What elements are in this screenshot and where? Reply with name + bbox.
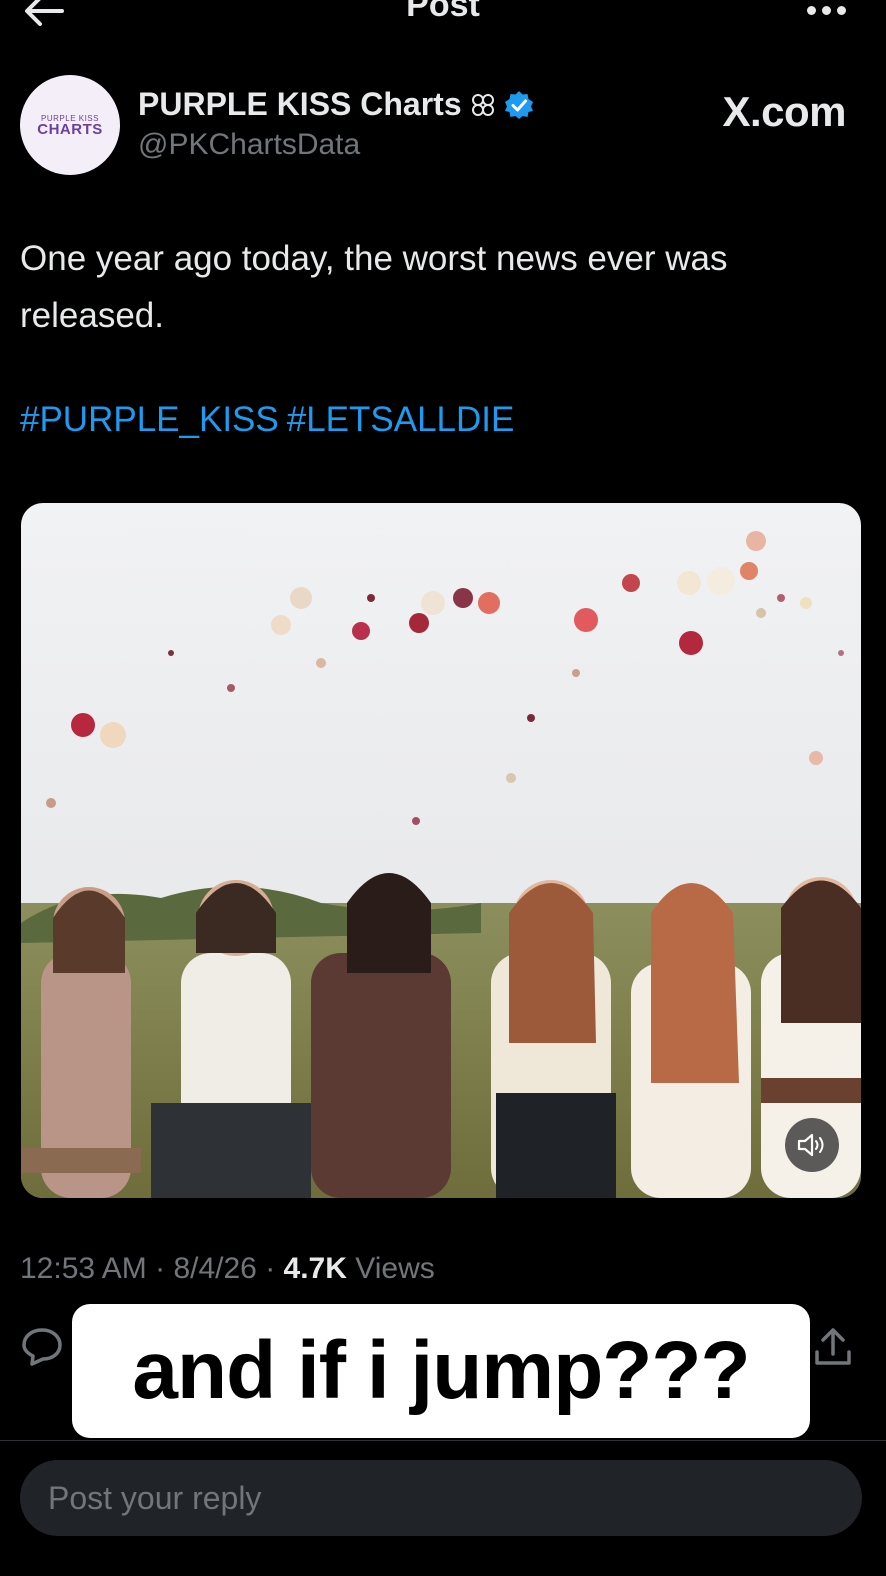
video-frame-image [21,503,861,1198]
reply-input[interactable] [20,1460,862,1536]
tweet-meta: 12:53 AM · 8/4/26 · 4.7K Views [20,1252,435,1285]
more-horizontal-icon[interactable] [807,6,846,15]
views-count: 4.7K [283,1252,347,1285]
tweet-date: 8/4/26 [173,1252,257,1285]
hashtag-link[interactable]: #LETSALLDIE [287,400,515,439]
top-bar: Post [0,0,886,40]
flower-icon [471,93,494,116]
x-watermark: X.com [722,88,846,135]
hashtag-link[interactable]: #PURPLE_KISS [20,400,279,439]
verified-badge-icon [504,90,533,119]
tweet-text: One year ago today, the worst news ever … [20,239,728,335]
share-icon[interactable] [812,1326,854,1368]
speaker-icon[interactable] [785,1118,839,1172]
reply-icon[interactable] [20,1326,64,1366]
tweet-time: 12:53 AM [20,1252,147,1285]
avatar[interactable]: PURPLE KISS CHARTS [20,75,120,175]
caption-overlay: and if i jump??? [72,1304,810,1438]
author-handle[interactable]: @PKChartsData [138,128,360,162]
author-display-name-row[interactable]: PURPLE KISS Charts [138,86,534,123]
divider [0,1440,886,1441]
author-display-name[interactable]: PURPLE KISS Charts [138,86,462,123]
media-video[interactable] [21,503,861,1198]
page-title: Post [406,0,480,24]
views-label: Views [355,1252,435,1285]
avatar-text-big: CHARTS [37,120,103,138]
hashtags: #PURPLE_KISS #LETSALLDIE [20,400,522,440]
